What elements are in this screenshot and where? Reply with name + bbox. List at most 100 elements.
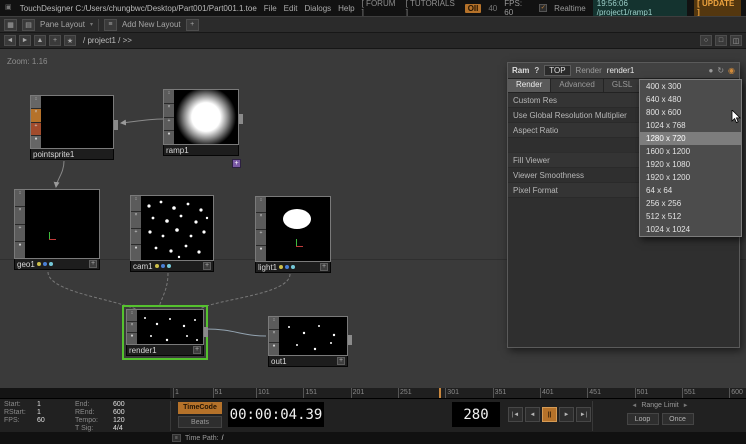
- playhead[interactable]: [439, 388, 441, 398]
- tab-advanced[interactable]: Advanced: [551, 79, 604, 92]
- add-bookmark-icon[interactable]: +: [49, 35, 61, 46]
- range-right-icon[interactable]: ►: [683, 403, 689, 409]
- dropdown-item[interactable]: 64 x 64: [640, 184, 741, 197]
- flag-icon[interactable]: ×: [256, 213, 266, 228]
- node-parameters-plus-icon[interactable]: +: [232, 159, 241, 168]
- tab-render[interactable]: Render: [508, 79, 551, 92]
- flag-icon[interactable]: ↕: [256, 197, 266, 212]
- node-name-bar[interactable]: cam1 +: [130, 261, 214, 272]
- menu-help[interactable]: Help: [338, 4, 354, 13]
- dropdown-item[interactable]: 256 x 256: [640, 197, 741, 210]
- node-flags[interactable]: ↕ × + ●: [164, 90, 174, 144]
- menu-edit[interactable]: Edit: [284, 4, 298, 13]
- flag-icon[interactable]: ●: [269, 343, 279, 355]
- output-connector[interactable]: [348, 335, 352, 345]
- node-out1[interactable]: ↕ × ● out1 +: [268, 316, 348, 367]
- help-icon[interactable]: ?: [534, 66, 539, 75]
- node-name-bar[interactable]: render1 +: [126, 345, 204, 356]
- flag-icon[interactable]: +: [256, 230, 266, 245]
- flag-icon[interactable]: ×: [127, 322, 137, 333]
- node-pointsprite1[interactable]: ↕ × + ● pointsprite1: [30, 95, 114, 160]
- rstart-value[interactable]: 1: [37, 409, 75, 417]
- perf-badge[interactable]: OII: [465, 4, 482, 13]
- dropdown-item[interactable]: 1024 x 768: [640, 119, 741, 132]
- node-flags[interactable]: ↕ × + ●: [31, 96, 41, 148]
- menu-dialogs[interactable]: Dialogs: [304, 4, 331, 13]
- dropdown-item[interactable]: 1600 x 1200: [640, 145, 741, 158]
- jump-start-button[interactable]: |◄: [508, 407, 523, 422]
- add-new-layout-button[interactable]: Add New Layout: [122, 20, 181, 29]
- flag-icon[interactable]: ↕: [164, 90, 174, 103]
- node-flags[interactable]: ↕ × ●: [127, 310, 137, 344]
- back-icon[interactable]: ◄: [4, 35, 16, 46]
- add-layout-plus-icon[interactable]: +: [186, 19, 199, 31]
- frame-ruler[interactable]: 1 51 101 151 201 251 301 351 401 451 501…: [170, 388, 746, 398]
- pause-button[interactable]: ||: [542, 407, 557, 422]
- timecode-button[interactable]: TimeCode: [178, 402, 222, 414]
- node-cam1[interactable]: ↕ × + ●: [130, 195, 214, 272]
- family-chip[interactable]: TOP: [544, 65, 570, 76]
- node-flags[interactable]: ↕ × + ●: [15, 190, 25, 258]
- fps-value[interactable]: 60: [37, 417, 75, 425]
- flag-icon[interactable]: +: [31, 123, 41, 135]
- star-icon[interactable]: ★: [64, 35, 76, 46]
- flag-icon[interactable]: ↕: [131, 196, 141, 211]
- once-button[interactable]: Once: [662, 413, 694, 425]
- flag-icon[interactable]: +: [131, 229, 141, 244]
- parent-up-icon[interactable]: ▲: [34, 35, 46, 46]
- flag-icon[interactable]: ●: [15, 242, 25, 258]
- flag-icon[interactable]: +: [164, 118, 174, 131]
- realtime-checkbox[interactable]: ✓: [539, 4, 547, 12]
- dropdown-item[interactable]: 512 x 512: [640, 210, 741, 223]
- flag-icon[interactable]: ×: [15, 207, 25, 223]
- rend-value[interactable]: 600: [113, 409, 159, 417]
- dropdown-item[interactable]: 1920 x 1080: [640, 158, 741, 171]
- forward-icon[interactable]: ►: [19, 35, 31, 46]
- node-name-bar[interactable]: pointsprite1: [30, 149, 114, 160]
- node-plus-icon[interactable]: +: [203, 262, 211, 270]
- node-geo1[interactable]: ↕ × + ● geo1 +: [14, 189, 100, 270]
- output-connector[interactable]: [204, 327, 208, 337]
- flag-icon[interactable]: ↕: [127, 310, 137, 321]
- dropdown-item-selected[interactable]: 1280 x 720: [640, 132, 741, 145]
- beats-button[interactable]: Beats: [178, 416, 222, 428]
- node-render1[interactable]: ↕ × ● render1 +: [126, 309, 204, 356]
- time-path-icon[interactable]: ≡: [172, 434, 181, 442]
- output-connector[interactable]: [239, 114, 243, 124]
- viewer-square-icon[interactable]: □: [715, 35, 727, 46]
- dropdown-item[interactable]: 640 x 480: [640, 93, 741, 106]
- start-value[interactable]: 1: [37, 401, 75, 409]
- flag-icon[interactable]: ×: [31, 109, 41, 121]
- node-flags[interactable]: ↕ × ●: [269, 317, 279, 355]
- tutorials-link[interactable]: [ TUTORIALS ]: [406, 0, 458, 17]
- flag-icon[interactable]: +: [15, 225, 25, 241]
- layout-icon[interactable]: ▤: [22, 19, 35, 31]
- node-name-bar[interactable]: out1 +: [268, 356, 348, 367]
- node-name-bar[interactable]: geo1 +: [14, 259, 100, 270]
- menu-icon[interactable]: ≡: [104, 19, 117, 31]
- play-reverse-button[interactable]: ◄: [525, 407, 540, 422]
- node-plus-icon[interactable]: +: [89, 260, 97, 268]
- flag-icon[interactable]: ●: [31, 136, 41, 148]
- flag-icon[interactable]: ×: [164, 104, 174, 117]
- menu-file[interactable]: File: [264, 4, 277, 13]
- node-plus-icon[interactable]: +: [337, 357, 345, 365]
- node-name-bar[interactable]: light1 +: [255, 262, 331, 273]
- node-plus-icon[interactable]: +: [193, 346, 201, 354]
- forum-link[interactable]: [ FORUM ]: [362, 0, 399, 17]
- flag-icon[interactable]: ●: [256, 246, 266, 261]
- node-flags[interactable]: ↕ × + ●: [131, 196, 141, 260]
- pane-layout-button[interactable]: Pane Layout: [40, 20, 85, 29]
- output-connector[interactable]: [114, 120, 118, 130]
- node-flags[interactable]: ↕ × + ●: [256, 197, 266, 261]
- expand-icon[interactable]: ◉: [728, 66, 735, 75]
- frame-counter[interactable]: 280: [452, 402, 500, 427]
- flag-icon[interactable]: ↕: [269, 317, 279, 329]
- flag-icon[interactable]: ●: [164, 131, 174, 144]
- node-name-bar[interactable]: ramp1: [163, 145, 239, 156]
- flag-icon[interactable]: ×: [269, 330, 279, 342]
- tab-glsl[interactable]: GLSL: [604, 79, 641, 92]
- play-button[interactable]: ►: [559, 407, 574, 422]
- operator-name[interactable]: render1: [607, 66, 635, 75]
- flag-icon[interactable]: ↕: [31, 96, 41, 108]
